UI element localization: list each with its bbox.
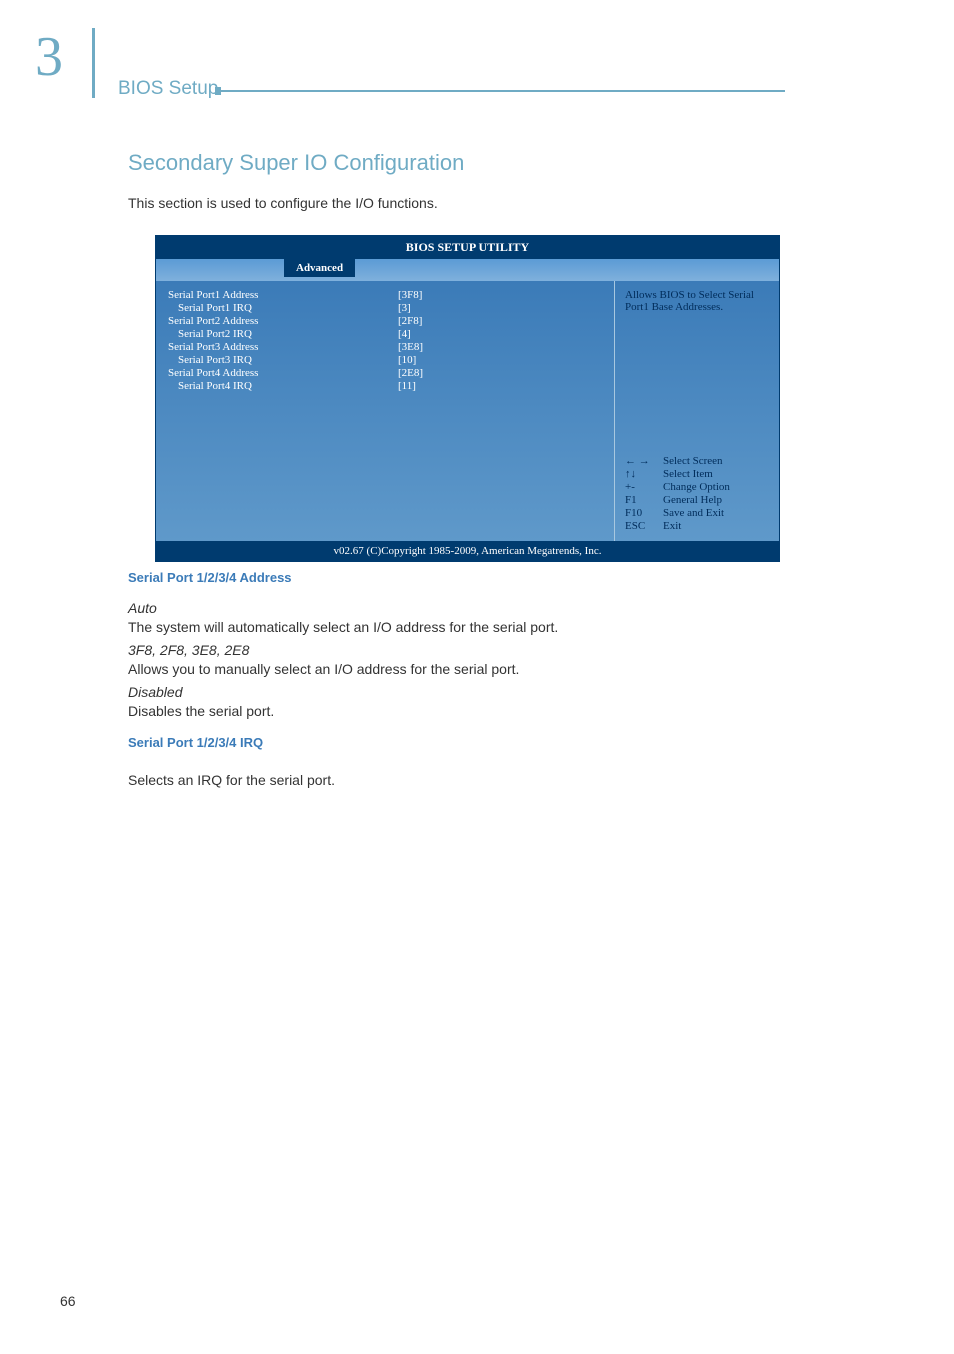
bios-setting-label: Serial Port2 Address bbox=[168, 315, 398, 327]
bios-setting-row: Serial Port2 Address [2F8] bbox=[168, 315, 602, 327]
bios-keys: ← → Select Screen ↑↓ Select Item +- Chan… bbox=[625, 455, 769, 533]
bios-key-desc: Change Option bbox=[663, 481, 730, 493]
bios-help-panel: Allows BIOS to Select Serial Port1 Base … bbox=[614, 281, 779, 541]
bios-setting-label: Serial Port3 IRQ bbox=[168, 354, 398, 366]
bios-content: Serial Port1 Address [3F8] Serial Port1 … bbox=[156, 281, 779, 541]
bios-setting-row: Serial Port2 IRQ [4] bbox=[168, 328, 602, 340]
bios-setting-row: Serial Port1 Address [3F8] bbox=[168, 289, 602, 301]
bios-key-desc: Exit bbox=[663, 520, 681, 532]
bios-key-symbol: ESC bbox=[625, 520, 663, 532]
bios-setting-value: [11] bbox=[398, 380, 498, 392]
page-number: 66 bbox=[60, 1293, 76, 1309]
bios-key-desc: Save and Exit bbox=[663, 507, 724, 519]
bios-setting-row: Serial Port3 Address [3E8] bbox=[168, 341, 602, 353]
bios-setting-label: Serial Port1 IRQ bbox=[168, 302, 398, 314]
option-disabled-label: Disabled bbox=[128, 682, 182, 703]
option-auto-desc: The system will automatically select an … bbox=[128, 617, 558, 638]
bios-setting-row: Serial Port4 IRQ [11] bbox=[168, 380, 602, 392]
bios-setting-row: Serial Port1 IRQ [3] bbox=[168, 302, 602, 314]
bios-copyright: v02.67 (C)Copyright 1985-2009, American … bbox=[156, 541, 779, 561]
bios-setting-row: Serial Port3 IRQ [10] bbox=[168, 354, 602, 366]
bios-tab-advanced: Advanced bbox=[284, 259, 355, 277]
chapter-divider bbox=[92, 28, 95, 98]
heading-serial-irq: Serial Port 1/2/3/4 IRQ bbox=[128, 735, 263, 750]
option-addresses-label: 3F8, 2F8, 3E8, 2E8 bbox=[128, 640, 249, 661]
bios-key-row: ↑↓ Select Item bbox=[625, 468, 769, 480]
bios-key-row: F10 Save and Exit bbox=[625, 507, 769, 519]
bios-setting-value: [10] bbox=[398, 354, 498, 366]
bios-setting-row: Serial Port4 Address [2E8] bbox=[168, 367, 602, 379]
bios-setting-label: Serial Port3 Address bbox=[168, 341, 398, 353]
bios-tab-row: Advanced bbox=[156, 259, 779, 281]
section-title: Secondary Super IO Configuration bbox=[128, 150, 464, 176]
bios-setting-value: [3F8] bbox=[398, 289, 498, 301]
bios-help-text: Allows BIOS to Select Serial Port1 Base … bbox=[625, 289, 769, 313]
bios-key-desc: Select Item bbox=[663, 468, 713, 480]
bios-screenshot: BIOS SETUP UTILITY Advanced Serial Port1… bbox=[155, 235, 780, 562]
bios-setting-label: Serial Port4 Address bbox=[168, 367, 398, 379]
bios-setting-value: [2F8] bbox=[398, 315, 498, 327]
heading-serial-address: Serial Port 1/2/3/4 Address bbox=[128, 570, 292, 585]
bios-key-desc: General Help bbox=[663, 494, 722, 506]
chapter-label: BIOS Setup bbox=[118, 78, 218, 100]
bios-title: BIOS SETUP UTILITY bbox=[156, 236, 779, 259]
bios-settings-panel: Serial Port1 Address [3F8] Serial Port1 … bbox=[156, 281, 614, 541]
bios-key-symbol: F10 bbox=[625, 507, 663, 519]
bios-key-row: ESC Exit bbox=[625, 520, 769, 532]
bios-setting-label: Serial Port1 Address bbox=[168, 289, 398, 301]
irq-desc: Selects an IRQ for the serial port. bbox=[128, 770, 335, 791]
bios-key-row: ← → Select Screen bbox=[625, 455, 769, 467]
intro-text: This section is used to configure the I/… bbox=[128, 195, 438, 211]
option-addresses-desc: Allows you to manually select an I/O add… bbox=[128, 659, 519, 680]
bios-key-symbol: ↑↓ bbox=[625, 468, 663, 480]
option-auto-label: Auto bbox=[128, 598, 157, 619]
bios-key-row: F1 General Help bbox=[625, 494, 769, 506]
bios-key-symbol: F1 bbox=[625, 494, 663, 506]
bios-key-row: +- Change Option bbox=[625, 481, 769, 493]
bios-key-desc: Select Screen bbox=[663, 455, 723, 467]
chapter-number: 3 bbox=[35, 25, 63, 89]
bios-setting-label: Serial Port4 IRQ bbox=[168, 380, 398, 392]
bios-setting-value: [2E8] bbox=[398, 367, 498, 379]
chapter-line bbox=[220, 90, 785, 92]
bios-key-symbol: +- bbox=[625, 481, 663, 493]
bios-key-symbol: ← → bbox=[625, 455, 663, 467]
bios-setting-value: [4] bbox=[398, 328, 498, 340]
bios-setting-value: [3] bbox=[398, 302, 498, 314]
option-disabled-desc: Disables the serial port. bbox=[128, 701, 274, 722]
bios-setting-value: [3E8] bbox=[398, 341, 498, 353]
bios-setting-label: Serial Port2 IRQ bbox=[168, 328, 398, 340]
